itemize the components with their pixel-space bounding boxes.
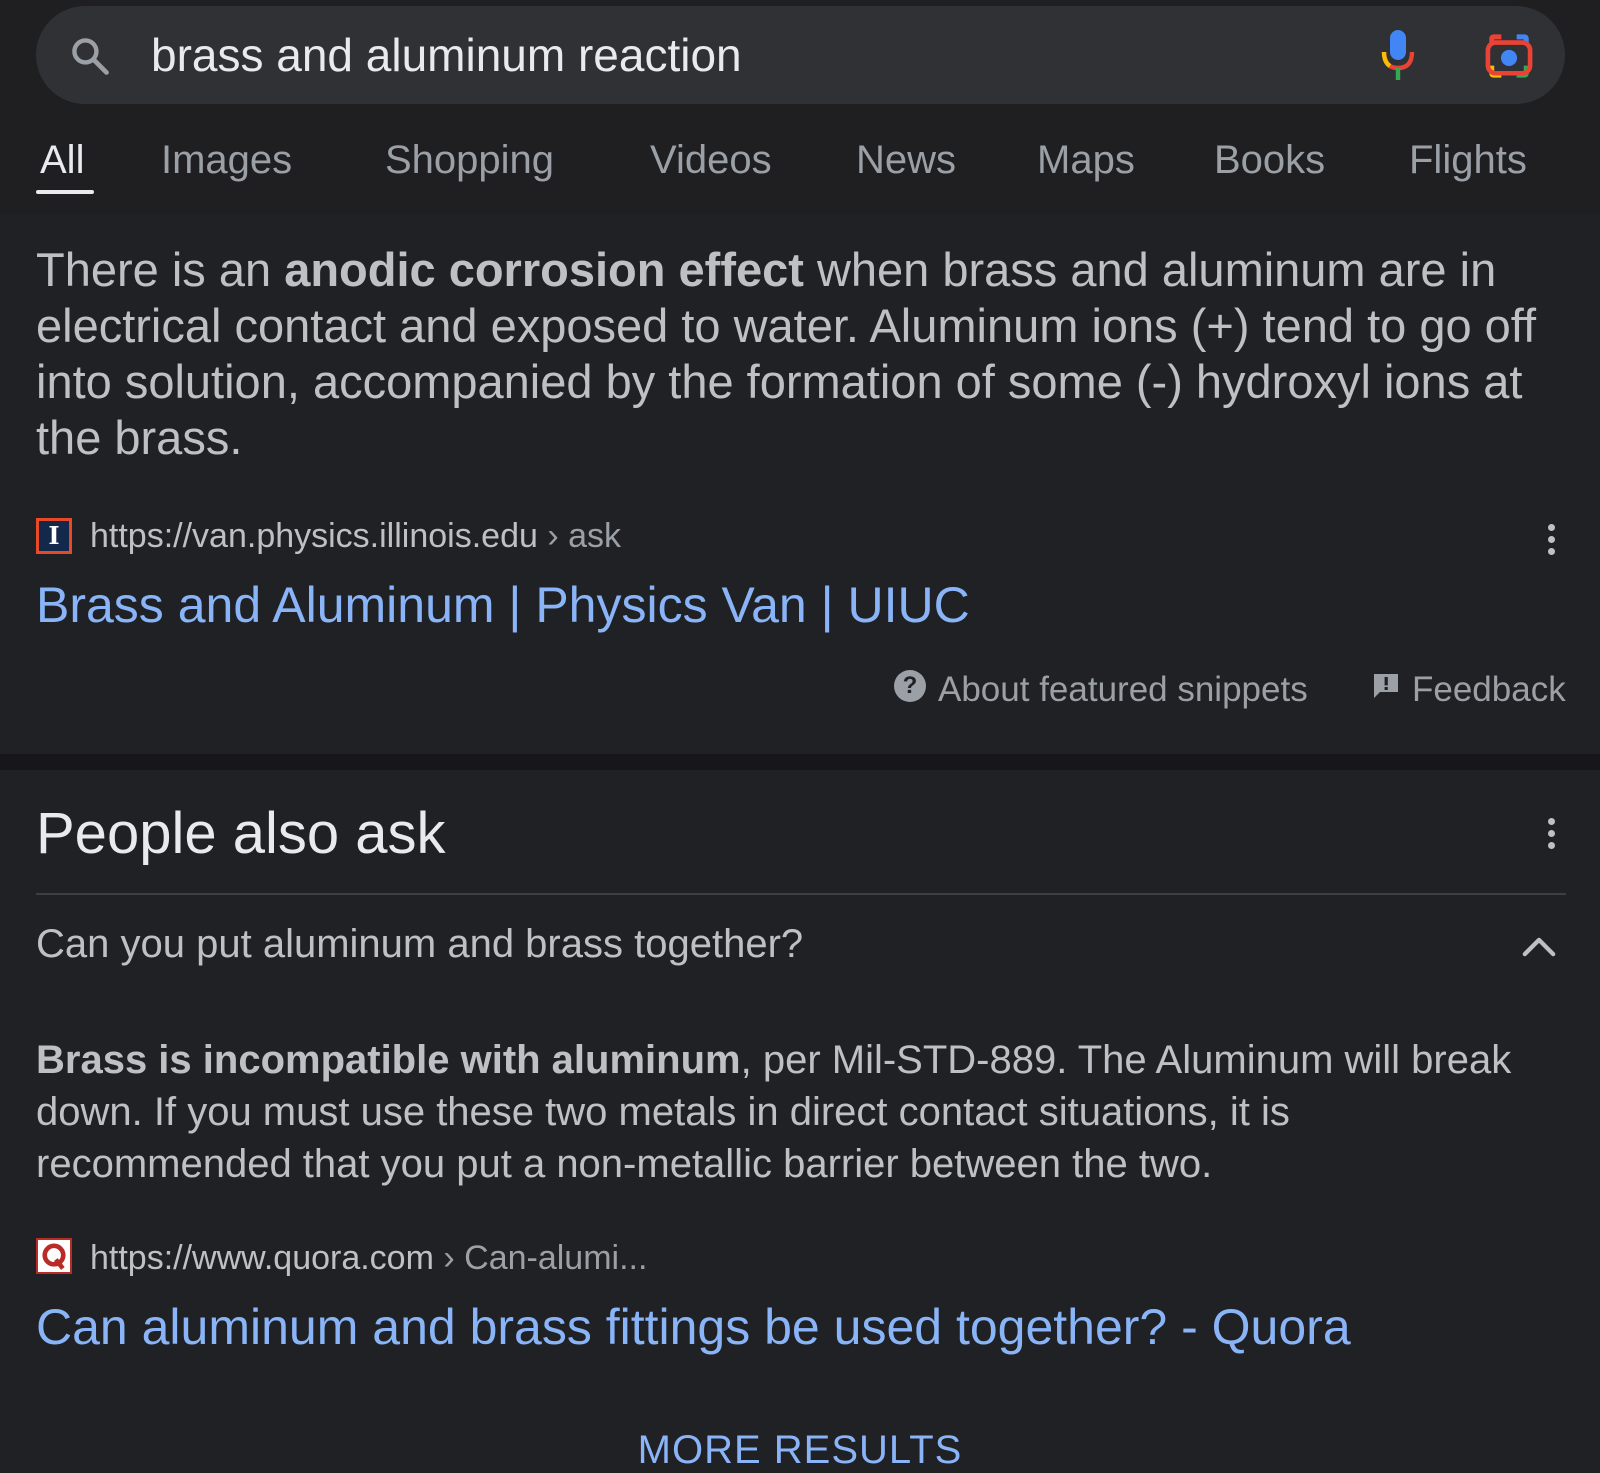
search-tabs: All Images Shopping Videos News Maps Boo… (0, 120, 1600, 210)
search-input[interactable]: brass and aluminum reaction (151, 6, 742, 104)
camera-lens-icon[interactable] (1484, 33, 1534, 79)
paa-divider (36, 893, 1566, 895)
search-icon[interactable] (68, 34, 112, 78)
paa-more-options-icon[interactable] (1545, 818, 1557, 852)
illinois-favicon-icon: I (36, 518, 72, 554)
more-results-button[interactable]: MORE RESULTS (0, 1428, 1600, 1473)
about-featured-snippets-link[interactable]: About featured snippets (938, 670, 1308, 714)
search-bar[interactable]: brass and aluminum reaction (36, 6, 1565, 104)
paa-source[interactable]: https://www.quora.com › Can-alumi... (36, 1236, 1566, 1277)
tab-news[interactable]: News (856, 138, 956, 183)
microphone-icon[interactable] (1378, 28, 1418, 84)
help-icon[interactable]: ? (894, 670, 926, 702)
featured-snippet: There is an anodic corrosion effect when… (0, 214, 1600, 754)
tab-maps[interactable]: Maps (1037, 138, 1135, 183)
quora-favicon-icon (36, 1238, 72, 1274)
snippet-result-link[interactable]: Brass and Aluminum | Physics Van | UIUC (36, 576, 970, 634)
section-divider (0, 754, 1600, 770)
paa-answer-highlight: Brass is incompatible with aluminum (36, 1038, 741, 1082)
paa-answer: Brass is incompatible with aluminum, per… (36, 1038, 1512, 1186)
snippet-text: There is an anodic corrosion effect when… (36, 243, 1537, 464)
people-also-ask-heading: People also ask (36, 801, 446, 866)
snippet-highlight: anodic corrosion effect (284, 243, 804, 296)
tab-shopping[interactable]: Shopping (385, 138, 554, 183)
chevron-up-icon[interactable] (1522, 936, 1556, 958)
paa-source-url: https://www.quora.com › Can-alumi... (90, 1239, 648, 1277)
more-options-icon[interactable] (1545, 524, 1557, 558)
feedback-link[interactable]: Feedback (1412, 670, 1566, 714)
paa-question[interactable]: Can you put aluminum and brass together? (36, 922, 803, 967)
search-header: brass and aluminum reaction All Images S… (0, 0, 1600, 214)
source-url: https://van.physics.illinois.edu › ask (90, 517, 622, 555)
tab-books[interactable]: Books (1214, 138, 1325, 183)
tab-videos[interactable]: Videos (650, 138, 772, 183)
snippet-source[interactable]: I https://van.physics.illinois.edu › ask (36, 514, 1566, 555)
feedback-icon[interactable] (1372, 672, 1400, 702)
paa-result-link[interactable]: Can aluminum and brass fittings be used … (36, 1298, 1351, 1356)
tab-flights[interactable]: Flights (1409, 138, 1527, 183)
tab-all[interactable]: All (40, 138, 84, 183)
tab-images[interactable]: Images (161, 138, 292, 183)
active-tab-indicator (36, 190, 94, 194)
